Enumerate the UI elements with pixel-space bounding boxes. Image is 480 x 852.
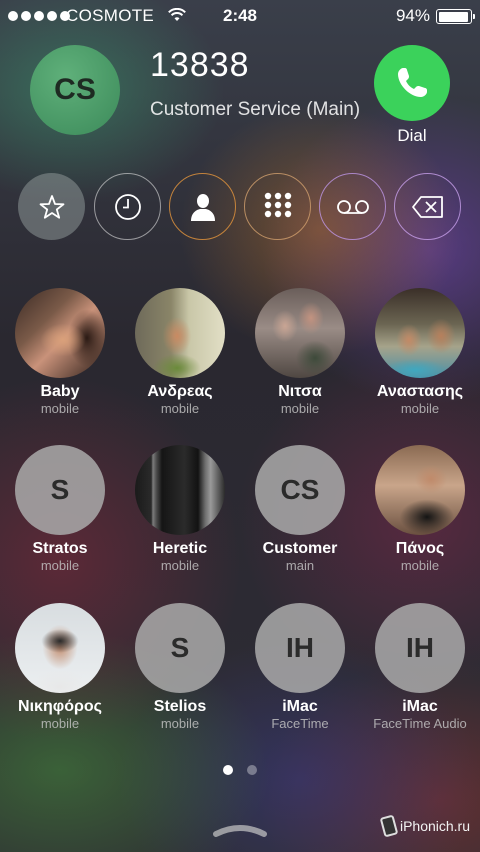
contact-imac-facetime-audio[interactable]: IH iMac FaceTime Audio: [360, 603, 480, 731]
contact-andreas[interactable]: Ανδρεας mobile: [120, 288, 240, 416]
contact-label: mobile: [400, 401, 440, 416]
contact-name: Heretic: [152, 540, 208, 557]
contact-label: mobile: [160, 558, 200, 573]
contact-label: mobile: [40, 401, 80, 416]
contact-label: FaceTime: [271, 716, 329, 731]
battery-percent: 94%: [395, 6, 430, 25]
page-indicator[interactable]: [0, 765, 480, 775]
action-row: [18, 173, 464, 241]
contact-photo: S: [135, 603, 225, 693]
watermark-text: iPhonich.ru: [399, 818, 470, 834]
contact-label: mobile: [160, 716, 200, 731]
contact-photo: [375, 288, 465, 378]
contact-name: Νιτσα: [278, 383, 322, 400]
clock-icon: [114, 193, 141, 220]
contact-photo: [15, 603, 105, 693]
contact-photo: IH: [255, 603, 345, 693]
contact-label: mobile: [40, 558, 80, 573]
caller-label: Customer Service (Main): [150, 99, 361, 120]
contact-name: Customer: [262, 540, 338, 557]
contact-customer[interactable]: CS Customer main: [240, 445, 360, 573]
caller-avatar: CS: [30, 45, 120, 135]
contact-photo: [135, 288, 225, 378]
contact-label: mobile: [40, 716, 80, 731]
contact-label: mobile: [400, 558, 440, 573]
backspace-button[interactable]: [394, 173, 461, 240]
contact-label: mobile: [160, 401, 200, 416]
watermark: iPhonich.ru: [379, 814, 470, 838]
person-icon: [190, 193, 215, 221]
contact-name: iMac: [282, 698, 318, 715]
phone-icon: [398, 68, 427, 97]
contact-stelios[interactable]: S Stelios mobile: [120, 603, 240, 731]
contact-photo: [135, 445, 225, 535]
grabber-handle-icon[interactable]: [212, 822, 268, 843]
contact-name: Πάνος: [395, 540, 445, 557]
star-icon: [39, 194, 64, 219]
contact-photo: CS: [255, 445, 345, 535]
contact-photo: [15, 288, 105, 378]
contact-photo: S: [15, 445, 105, 535]
backspace-icon: [411, 195, 443, 218]
contact-imac-facetime[interactable]: IH iMac FaceTime: [240, 603, 360, 731]
favorites-button[interactable]: [18, 173, 85, 240]
contact-anastasis[interactable]: Αναστασης mobile: [360, 288, 480, 416]
contact-name: Νικηφόρος: [18, 698, 102, 715]
voicemail-button[interactable]: [319, 173, 386, 240]
contacts-button[interactable]: [169, 173, 236, 240]
contact-panos[interactable]: Πάνος mobile: [360, 445, 480, 573]
contact-photo: IH: [375, 603, 465, 693]
contact-photo: [375, 445, 465, 535]
contact-stratos[interactable]: S Stratos mobile: [0, 445, 120, 573]
contact-name: Αναστασης: [376, 383, 464, 400]
contact-photo: [255, 288, 345, 378]
contact-name: Stelios: [153, 698, 207, 715]
keypad-icon: [264, 192, 291, 222]
page-dot-2[interactable]: [247, 765, 257, 775]
voicemail-icon: [336, 199, 369, 214]
caller-number: 13838: [150, 46, 250, 84]
contact-name: iMac: [402, 698, 438, 715]
contact-heretic[interactable]: Heretic mobile: [120, 445, 240, 573]
status-bar: COSMOTE 2:48 94%: [0, 0, 480, 32]
contact-name: Stratos: [32, 540, 88, 557]
phone-device-icon: [379, 814, 399, 838]
contact-name: Baby: [40, 383, 80, 400]
contact-label: mobile: [280, 401, 320, 416]
contact-nikiforos[interactable]: Νικηφόρος mobile: [0, 603, 120, 731]
contact-name: Ανδρεας: [147, 383, 213, 400]
contact-label: main: [285, 558, 315, 573]
page-dot-1[interactable]: [223, 765, 233, 775]
keypad-button[interactable]: [244, 173, 311, 240]
contact-label: FaceTime Audio: [373, 716, 467, 731]
contact-nitsa[interactable]: Νιτσα mobile: [240, 288, 360, 416]
dial-label: Dial: [397, 126, 427, 145]
dial-button[interactable]: [374, 45, 450, 121]
battery-icon: [436, 9, 475, 24]
recents-button[interactable]: [94, 173, 161, 240]
contact-baby[interactable]: Baby mobile: [0, 288, 120, 416]
